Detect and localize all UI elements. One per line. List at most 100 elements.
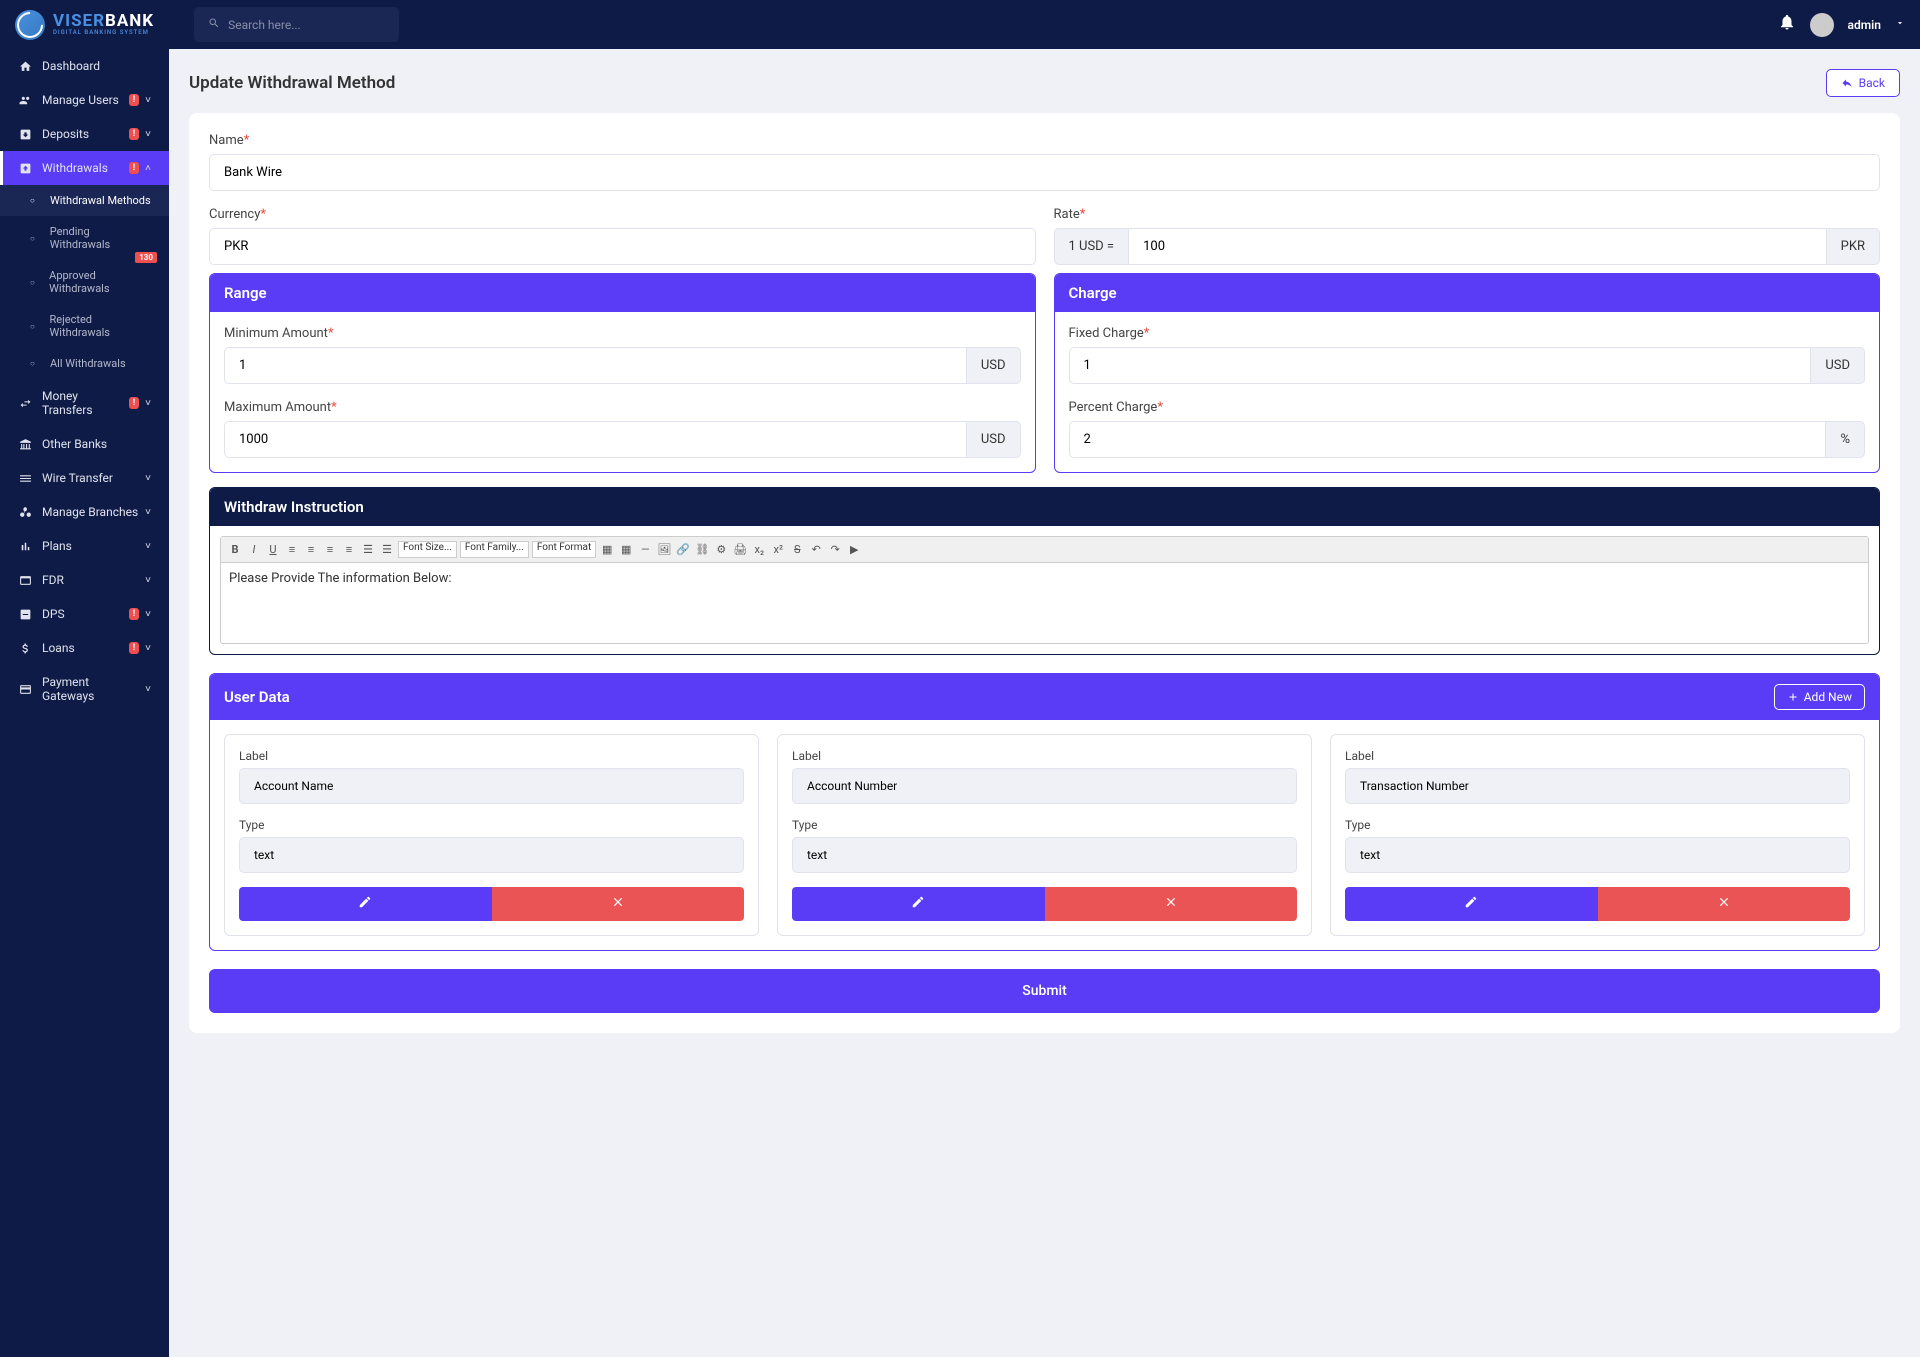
code-icon[interactable]: ⚙ xyxy=(713,542,729,558)
hr-icon[interactable]: — xyxy=(637,542,653,558)
sidebar-item-plans[interactable]: Plans ˅ xyxy=(0,529,169,563)
circle-icon: ○ xyxy=(30,359,42,368)
sidebar-item-withdrawals[interactable]: Withdrawals ! ˄ xyxy=(0,151,169,185)
avatar[interactable] xyxy=(1810,13,1834,37)
notification-icon[interactable] xyxy=(1778,13,1796,36)
sidebar-badge: ! xyxy=(129,128,139,140)
delete-button[interactable] xyxy=(492,887,745,921)
chevron-down-icon[interactable] xyxy=(1895,18,1905,31)
sup-icon[interactable]: x² xyxy=(770,542,786,558)
withdraw-icon xyxy=(18,162,32,175)
edit-button[interactable] xyxy=(239,887,492,921)
underline-icon[interactable]: U xyxy=(265,542,281,558)
circle-icon: ○ xyxy=(30,322,42,331)
admin-name: admin xyxy=(1848,18,1881,32)
sidebar-subitem-approved-withdrawals[interactable]: ○Approved Withdrawals xyxy=(0,260,169,304)
search-box[interactable] xyxy=(194,7,399,42)
percent-input[interactable] xyxy=(1069,421,1827,458)
max-input[interactable] xyxy=(224,421,967,458)
unordered-list-icon[interactable]: ☰ xyxy=(379,542,395,558)
ud-label-label: Label xyxy=(239,749,744,763)
back-button[interactable]: Back xyxy=(1826,69,1900,97)
redo-icon[interactable]: ↷ xyxy=(827,542,843,558)
sidebar-item-dashboard[interactable]: Dashboard xyxy=(0,49,169,83)
page-title: Update Withdrawal Method xyxy=(189,73,395,93)
ud-type-input xyxy=(1345,837,1850,873)
sidebar-subitem-all-withdrawals[interactable]: ○All Withdrawals xyxy=(0,348,169,379)
ud-label-input xyxy=(792,768,1297,804)
ordered-list-icon[interactable]: ☰ xyxy=(360,542,376,558)
print-icon[interactable]: 🖨 xyxy=(732,542,748,558)
dps-icon xyxy=(18,608,32,621)
bold-icon[interactable]: B xyxy=(227,542,243,558)
circle-icon: ○ xyxy=(30,234,42,243)
sidebar-item-manage-users[interactable]: Manage Users ! ˅ xyxy=(0,83,169,117)
min-input[interactable] xyxy=(224,347,967,384)
sidebar-item-dps[interactable]: DPS ! ˅ xyxy=(0,597,169,631)
rate-input[interactable] xyxy=(1128,228,1827,265)
sidebar-item-loans[interactable]: Loans ! ˅ xyxy=(0,631,169,665)
rich-text-editor[interactable]: B I U ≡ ≡ ≡ ≡ ☰ ☰ Font Size... Font Fami… xyxy=(220,536,1869,644)
userdata-card: Label Type xyxy=(777,734,1312,936)
delete-button[interactable] xyxy=(1598,887,1851,921)
sidebar-item-wire-transfer[interactable]: Wire Transfer ˅ xyxy=(0,461,169,495)
add-new-button[interactable]: Add New xyxy=(1774,684,1865,710)
min-label: Minimum Amount* xyxy=(224,326,1021,341)
sidebar-subitem-rejected-withdrawals[interactable]: ○Rejected Withdrawals xyxy=(0,304,169,348)
editor-content[interactable]: Please Provide The information Below: xyxy=(221,563,1868,643)
sidebar-badge: ! xyxy=(129,642,139,654)
strike-icon[interactable]: S xyxy=(789,542,805,558)
outdent-icon[interactable]: ▦ xyxy=(618,542,634,558)
circle-icon: ○ xyxy=(30,278,41,287)
align-left-icon[interactable]: ≡ xyxy=(284,542,300,558)
edit-button[interactable] xyxy=(792,887,1045,921)
submit-button[interactable]: Submit xyxy=(209,969,1880,1013)
pencil-icon xyxy=(911,895,925,909)
font-family-select[interactable]: Font Family... xyxy=(460,541,529,558)
search-input[interactable] xyxy=(228,18,384,32)
align-center-icon[interactable]: ≡ xyxy=(303,542,319,558)
unlink-icon[interactable]: ⛓ xyxy=(694,542,710,558)
italic-icon[interactable]: I xyxy=(246,542,262,558)
chevron-down-icon: ˅ xyxy=(145,541,151,552)
name-input[interactable] xyxy=(209,154,1880,191)
sidebar-badge: ! xyxy=(129,397,139,409)
sidebar-item-other-banks[interactable]: Other Banks xyxy=(0,427,169,461)
sidebar-subitem-pending-withdrawals[interactable]: ○Pending Withdrawals130 xyxy=(0,216,169,260)
sidebar-item-label: DPS xyxy=(42,607,129,621)
wire-icon xyxy=(18,472,32,485)
font-size-select[interactable]: Font Size... xyxy=(398,541,457,558)
sidebar-item-manage-branches[interactable]: Manage Branches ˅ xyxy=(0,495,169,529)
font-format-select[interactable]: Font Format xyxy=(532,541,596,558)
align-justify-icon[interactable]: ≡ xyxy=(341,542,357,558)
sidebar-subitem-withdrawal-methods[interactable]: ○Withdrawal Methods xyxy=(0,185,169,216)
chevron-down-icon: ˅ xyxy=(145,398,151,409)
currency-input[interactable] xyxy=(209,228,1036,265)
pencil-icon xyxy=(1464,895,1478,909)
max-suffix: USD xyxy=(967,421,1021,458)
link-icon[interactable]: 🔗 xyxy=(675,542,691,558)
close-icon xyxy=(1164,895,1178,909)
edit-button[interactable] xyxy=(1345,887,1598,921)
sidebar-item-money-transfers[interactable]: Money Transfers ! ˅ xyxy=(0,379,169,427)
sub-icon[interactable]: x₂ xyxy=(751,542,767,558)
sidebar-item-deposits[interactable]: Deposits ! ˅ xyxy=(0,117,169,151)
align-right-icon[interactable]: ≡ xyxy=(322,542,338,558)
sidebar-item-label: Manage Users xyxy=(42,93,129,107)
indent-icon[interactable]: ▦ xyxy=(599,542,615,558)
chevron-down-icon: ˅ xyxy=(145,575,151,586)
transfer-icon xyxy=(18,397,32,410)
youtube-icon[interactable]: ▶ xyxy=(846,542,862,558)
undo-icon[interactable]: ↶ xyxy=(808,542,824,558)
delete-button[interactable] xyxy=(1045,887,1298,921)
fixed-input[interactable] xyxy=(1069,347,1812,384)
image-icon[interactable]: 🖼 xyxy=(656,542,672,558)
sidebar-item-label: FDR xyxy=(42,573,139,587)
deposit-icon xyxy=(18,128,32,141)
fdr-icon xyxy=(18,574,32,587)
sidebar-item-fdr[interactable]: FDR ˅ xyxy=(0,563,169,597)
sidebar-item-payment-gateways[interactable]: Payment Gateways ˅ xyxy=(0,665,169,713)
logo[interactable]: VISERBANK DIGITAL BANKING SYSTEM xyxy=(15,10,154,40)
sidebar-item-label: Loans xyxy=(42,641,129,655)
name-label: Name* xyxy=(209,133,1880,148)
